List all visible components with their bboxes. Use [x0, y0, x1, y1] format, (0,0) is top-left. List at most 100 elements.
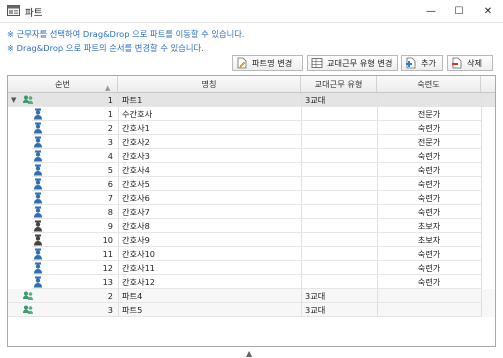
column-divider	[377, 191, 378, 205]
part-window: 파트 — ☐ ✕ ※ 근무자를 선택하여 Drag&Drop 으로 파트를 이동…	[0, 0, 503, 358]
member-row[interactable]: 9 간호사8 초보자	[8, 219, 495, 233]
member-row[interactable]: 11 간호사10 숙련가	[8, 247, 495, 261]
column-divider	[301, 93, 302, 107]
row-shift	[305, 275, 377, 289]
notice-drag-order: ※ Drag&Drop 으로 파트의 순서를 변경할 수 있습니다.	[7, 43, 204, 53]
row-name: 파트1	[122, 95, 143, 105]
rename-part-label: 파트명 변경	[252, 58, 293, 68]
column-divider	[377, 233, 378, 247]
column-divider	[377, 93, 378, 107]
member-row[interactable]: 10 간호사9 초보자	[8, 233, 495, 247]
row-seq: 3	[107, 305, 113, 315]
row-divider	[8, 316, 481, 317]
member-row[interactable]: 3 간호사2 전문가	[8, 135, 495, 149]
column-divider	[377, 177, 378, 191]
column-header-seq[interactable]: 순번 ▲	[8, 76, 118, 92]
member-row[interactable]: 12 간호사11 숙련가	[8, 261, 495, 275]
row-shift	[305, 261, 377, 275]
column-divider	[481, 163, 482, 177]
row-shift	[305, 107, 377, 121]
member-row[interactable]: 4 간호사3 숙련가	[8, 149, 495, 163]
column-header-name-label: 명칭	[201, 79, 217, 89]
column-header-skill-label: 숙련도	[417, 79, 440, 89]
row-name: 간호사3	[122, 151, 150, 161]
column-divider	[118, 219, 119, 233]
column-divider	[118, 289, 119, 303]
row-shift	[305, 205, 377, 219]
row-shift	[305, 191, 377, 205]
row-name: 간호사5	[122, 179, 150, 189]
notice-drag-member: ※ 근무자를 선택하여 Drag&Drop 으로 파트를 이동할 수 있습니다.	[7, 29, 245, 39]
column-divider	[118, 93, 119, 107]
window-app-icon	[7, 5, 20, 16]
row-seq: 5	[107, 165, 113, 175]
member-row[interactable]: 7 간호사6 숙련가	[8, 191, 495, 205]
column-divider	[301, 261, 302, 275]
member-row[interactable]: 13 간호사12 숙련가	[8, 275, 495, 289]
row-shift	[305, 135, 377, 149]
row-shift	[305, 247, 377, 261]
part-grid[interactable]: 순번 ▲ 명칭 교대근무 유형 숙련도 ▼ 1 파트1 3교대 1 수간호사 전문가 2 간호사…	[7, 75, 496, 347]
row-seq: 2	[107, 291, 113, 301]
column-divider	[481, 233, 482, 247]
row-skill: 숙련가	[417, 263, 441, 273]
row-skill: 숙련가	[417, 249, 441, 259]
column-divider	[377, 247, 378, 261]
column-divider	[377, 163, 378, 177]
column-divider	[301, 303, 302, 317]
row-seq: 13	[102, 277, 113, 287]
delete-document-icon	[452, 57, 462, 69]
row-shift: 3교대	[305, 305, 326, 315]
row-name: 간호사11	[122, 263, 156, 273]
part-row[interactable]: 3 파트5 3교대	[8, 303, 495, 317]
member-row[interactable]: 5 간호사4 숙련가	[8, 163, 495, 177]
row-seq: 1	[107, 109, 113, 119]
member-row[interactable]: 1 수간호사 전문가	[8, 107, 495, 121]
row-seq: 12	[102, 263, 113, 273]
title-bar: 파트 — ☐ ✕	[0, 0, 503, 23]
column-divider	[481, 247, 482, 261]
column-divider	[118, 135, 119, 149]
column-divider	[481, 177, 482, 191]
column-divider	[301, 289, 302, 303]
scroll-up-icon[interactable]: ▲	[246, 349, 252, 358]
member-row[interactable]: 8 간호사7 숙련가	[8, 205, 495, 219]
column-divider	[301, 247, 302, 261]
column-divider	[481, 261, 482, 275]
add-document-icon	[406, 57, 416, 69]
close-button[interactable]: ✕	[474, 0, 502, 22]
delete-label: 삭제	[467, 58, 483, 68]
column-divider	[377, 205, 378, 219]
column-header-name[interactable]: 명칭	[118, 76, 301, 92]
column-divider	[118, 163, 119, 177]
rename-part-button[interactable]: 파트명 변경	[232, 55, 303, 71]
row-shift	[305, 149, 377, 163]
minimize-button[interactable]: —	[417, 0, 445, 22]
row-skill: 숙련가	[417, 151, 441, 161]
expand-toggle-icon[interactable]: ▼	[11, 96, 16, 104]
column-divider	[118, 205, 119, 219]
column-divider	[301, 163, 302, 177]
row-name: 간호사6	[122, 193, 150, 203]
column-header-shift[interactable]: 교대근무 유형	[301, 76, 377, 92]
member-row[interactable]: 2 간호사1 숙련가	[8, 121, 495, 135]
column-divider	[377, 121, 378, 135]
row-skill	[377, 93, 481, 107]
row-skill: 숙련가	[417, 179, 441, 189]
row-name: 간호사12	[122, 277, 156, 287]
grid-header: 순번 ▲ 명칭 교대근무 유형 숙련도	[8, 76, 495, 93]
part-row[interactable]: 2 파트4 3교대	[8, 289, 495, 303]
change-shift-type-button[interactable]: 교대근무 유형 변경	[307, 55, 398, 71]
column-divider	[481, 191, 482, 205]
column-divider	[377, 107, 378, 121]
member-row[interactable]: 6 간호사5 숙련가	[8, 177, 495, 191]
maximize-button[interactable]: ☐	[445, 0, 473, 22]
add-button[interactable]: 추가	[401, 55, 443, 71]
delete-button[interactable]: 삭제	[447, 55, 493, 71]
part-row[interactable]: ▼ 1 파트1 3교대	[8, 93, 495, 107]
row-skill: 전문가	[417, 137, 441, 147]
edit-document-icon	[237, 57, 247, 69]
row-name: 간호사9	[122, 235, 150, 245]
group-icon	[23, 305, 33, 314]
column-header-skill[interactable]: 숙련도	[377, 76, 481, 92]
